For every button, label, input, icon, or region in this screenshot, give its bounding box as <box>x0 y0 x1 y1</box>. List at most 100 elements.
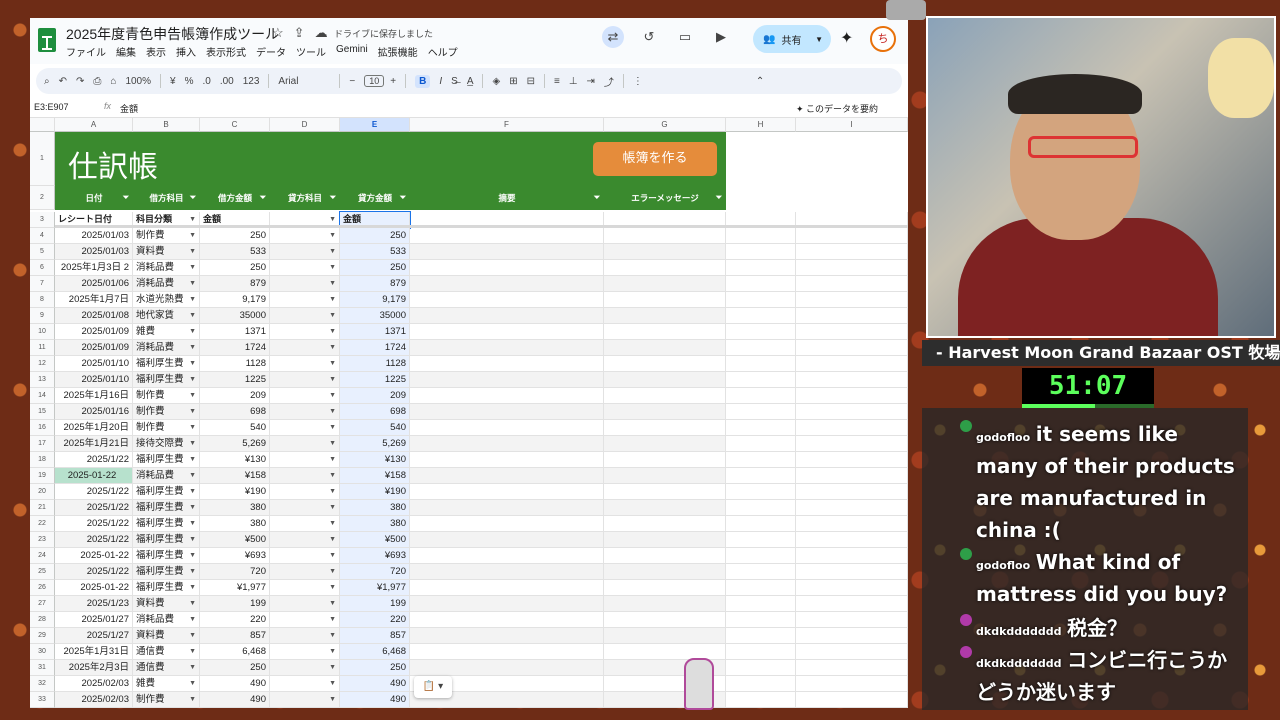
empty-cell[interactable] <box>410 580 604 596</box>
credit-amount-cell[interactable]: 250 <box>340 228 410 244</box>
row-header[interactable]: 14 <box>30 388 55 404</box>
empty-cell[interactable] <box>796 532 908 548</box>
empty-cell[interactable] <box>796 308 908 324</box>
move-icon[interactable]: ⇪ <box>294 25 305 41</box>
empty-cell[interactable] <box>604 420 726 436</box>
credit-amount-cell[interactable]: 1225 <box>340 372 410 388</box>
debit-amount-cell[interactable]: ¥693 <box>200 548 270 564</box>
dropdown-arrow-icon[interactable]: ▼ <box>189 612 196 627</box>
filter-icon[interactable]: ⏷ <box>190 186 196 210</box>
empty-cell[interactable] <box>726 340 796 356</box>
empty-cell[interactable] <box>796 276 908 292</box>
debit-account-cell[interactable]: 制作費 ▼ <box>133 228 200 244</box>
row-header[interactable]: 29 <box>30 628 55 644</box>
italic-button[interactable]: I <box>439 76 442 87</box>
dropdown-arrow-icon[interactable]: ▼ <box>329 580 336 595</box>
dropdown-arrow-icon[interactable]: ▼ <box>329 308 336 323</box>
dropdown-arrow-icon[interactable]: ▼ <box>189 292 196 307</box>
empty-cell[interactable] <box>796 244 908 260</box>
credit-amount-cell[interactable]: 199 <box>340 596 410 612</box>
dropdown-arrow-icon[interactable]: ▼ <box>189 260 196 275</box>
column-header-c[interactable]: C <box>200 118 270 132</box>
empty-cell[interactable] <box>726 276 796 292</box>
filter-icon[interactable]: ⏷ <box>123 186 129 210</box>
empty-cell[interactable] <box>604 500 726 516</box>
dropdown-arrow-icon[interactable]: ▼ <box>189 500 196 515</box>
empty-cell[interactable] <box>410 260 604 276</box>
empty-cell[interactable] <box>796 228 908 244</box>
date-cell[interactable]: 2025-01-22 <box>55 468 133 484</box>
empty-cell[interactable] <box>604 324 726 340</box>
empty-cell[interactable] <box>726 468 796 484</box>
debit-account-cell[interactable]: 福利厚生費 ▼ <box>133 532 200 548</box>
credit-amount-cell[interactable]: 380 <box>340 500 410 516</box>
debit-account-cell[interactable]: 水道光熱費 ▼ <box>133 292 200 308</box>
credit-amount-cell[interactable]: 220 <box>340 612 410 628</box>
dropdown-arrow-icon[interactable]: ▼ <box>189 372 196 387</box>
name-box[interactable]: E3:E907 <box>34 102 69 112</box>
debit-account-cell[interactable]: 制作費 ▼ <box>133 388 200 404</box>
credit-amount-cell[interactable]: 720 <box>340 564 410 580</box>
empty-cell[interactable] <box>604 468 726 484</box>
debit-account-cell[interactable]: 福利厚生費 ▼ <box>133 516 200 532</box>
document-title[interactable]: 2025年度青色申告帳簿作成ツール <box>66 24 279 44</box>
column-header-g[interactable]: G <box>604 118 726 132</box>
row-header[interactable]: 1 <box>30 132 55 186</box>
empty-cell[interactable] <box>796 612 908 628</box>
meet-icon[interactable]: ▶ <box>710 26 732 48</box>
date-cell[interactable]: 2025/01/10 <box>55 356 133 372</box>
filter-icon[interactable]: ⏷ <box>594 186 600 210</box>
credit-account-cell[interactable]: ▼ <box>270 276 340 292</box>
empty-cell[interactable] <box>410 548 604 564</box>
credit-account-cell[interactable]: ▼ <box>270 580 340 596</box>
empty-cell[interactable] <box>604 356 726 372</box>
date-cell[interactable]: 2025年1月16日 <box>55 388 133 404</box>
header-cell[interactable]: 日付 ⏷ <box>55 186 133 210</box>
empty-cell[interactable] <box>726 484 796 500</box>
empty-cell[interactable] <box>796 484 908 500</box>
dropdown-arrow-icon[interactable]: ▼ <box>329 644 336 659</box>
date-cell[interactable]: 2025/1/22 <box>55 564 133 580</box>
menu-data[interactable]: データ <box>256 44 286 59</box>
column-header-h[interactable]: H <box>726 118 796 132</box>
credit-account-cell[interactable]: ▼ <box>270 484 340 500</box>
credit-amount-cell[interactable]: 5,269 <box>340 436 410 452</box>
dropdown-arrow-icon[interactable]: ▼ <box>329 516 336 531</box>
empty-cell[interactable] <box>604 452 726 468</box>
row-header[interactable]: 26 <box>30 580 55 596</box>
dropdown-arrow-icon[interactable]: ▼ <box>189 468 196 483</box>
dropdown-arrow-icon[interactable]: ▼ <box>189 420 196 435</box>
empty-cell[interactable] <box>726 500 796 516</box>
empty-cell[interactable] <box>796 324 908 340</box>
credit-account-cell[interactable]: ▼ <box>270 596 340 612</box>
credit-account-cell[interactable]: ▼ <box>270 436 340 452</box>
chevron-down-icon[interactable]: ▼ <box>815 35 823 44</box>
row-header[interactable]: 31 <box>30 660 55 676</box>
empty-cell[interactable] <box>796 628 908 644</box>
select-all-corner[interactable] <box>30 118 55 132</box>
debit-account-cell[interactable]: 福利厚生費 ▼ <box>133 548 200 564</box>
empty-cell[interactable] <box>410 244 604 260</box>
row-header[interactable]: 6 <box>30 260 55 276</box>
empty-cell[interactable] <box>604 580 726 596</box>
date-cell[interactable]: 2025/01/06 <box>55 276 133 292</box>
date-cell[interactable]: 2025/1/23 <box>55 596 133 612</box>
empty-cell[interactable] <box>726 260 796 276</box>
date-cell[interactable]: 2025/01/10 <box>55 372 133 388</box>
row-header[interactable]: 22 <box>30 516 55 532</box>
debit-account-cell[interactable]: 消耗品費 ▼ <box>133 260 200 276</box>
debit-amount-cell[interactable]: 1371 <box>200 324 270 340</box>
debit-account-cell[interactable]: 福利厚生費 ▼ <box>133 372 200 388</box>
empty-cell[interactable] <box>796 548 908 564</box>
dropdown-arrow-icon[interactable]: ▼ <box>329 372 336 387</box>
date-cell[interactable]: 2025年1月20日 <box>55 420 133 436</box>
credit-amount-cell[interactable]: ¥1,977 <box>340 580 410 596</box>
debit-amount-cell[interactable]: 380 <box>200 516 270 532</box>
empty-cell[interactable] <box>726 660 796 676</box>
menu-gemini[interactable]: Gemini <box>336 44 368 59</box>
dropdown-arrow-icon[interactable]: ▼ <box>329 340 336 355</box>
dropdown-arrow-icon[interactable]: ▼ <box>189 596 196 611</box>
debit-amount-cell[interactable]: 380 <box>200 500 270 516</box>
credit-account-cell[interactable]: ▼ <box>270 612 340 628</box>
debit-amount-cell[interactable]: 540 <box>200 420 270 436</box>
